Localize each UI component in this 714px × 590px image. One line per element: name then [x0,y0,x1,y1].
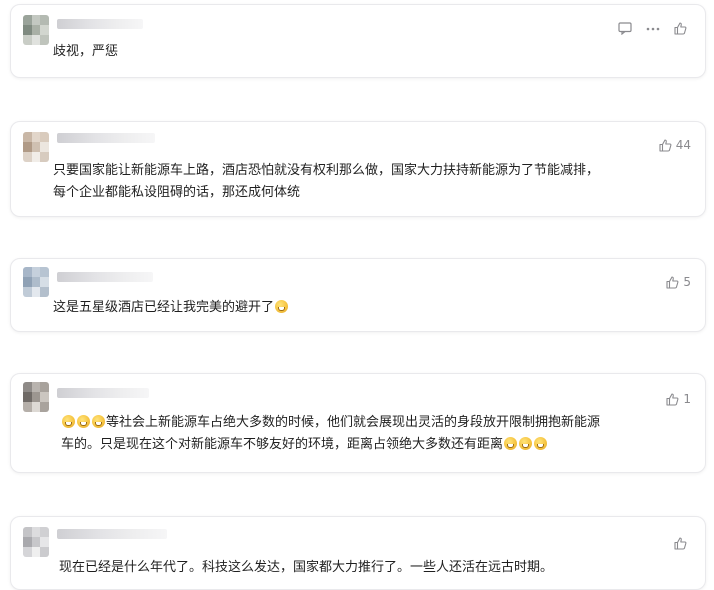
comment-text: 现在已经是什么年代了。科技这么发达，国家都大力推行了。一些人还活在远古时期。 [59,560,554,575]
laughing-emoji [92,415,105,428]
thumbs-up-icon [666,392,679,406]
like-button[interactable] [674,537,691,550]
thumbs-up-icon [659,138,672,152]
avatar[interactable] [23,267,49,297]
username[interactable] [57,272,153,282]
comment-actions: 5 [666,275,691,289]
like-count: 44 [675,138,691,152]
comment-text: 歧视，严惩 [53,44,119,59]
laughing-emoji [62,415,75,428]
username[interactable] [57,19,143,29]
comment-text: 只要国家能让新能源车上路，酒店恐怕就没有权利那么做，国家大力扶持新能源为了节能减… [53,163,600,200]
avatar[interactable] [23,382,49,412]
comment-card: 现在已经是什么年代了。科技这么发达，国家都大力推行了。一些人还活在远古时期。 [10,516,706,590]
comment-actions [674,537,691,550]
avatar[interactable] [23,15,49,45]
comment-actions [618,22,691,35]
comment-actions: 1 [666,392,691,406]
like-button[interactable] [674,22,691,35]
like-count: 5 [683,275,691,289]
username[interactable] [57,529,167,539]
thumbs-up-icon [674,22,687,35]
laughing-emoji [77,415,90,428]
avatar[interactable] [23,132,49,162]
laughing-emoji [534,437,548,450]
avatar[interactable] [23,527,49,557]
comment-card: 44 只要国家能让新能源车上路，酒店恐怕就没有权利那么做，国家大力扶持新能源为了… [10,121,706,217]
username[interactable] [57,133,155,143]
username[interactable] [57,388,149,398]
comment-icon[interactable] [618,22,632,35]
thumbs-up-icon [666,275,679,289]
comment-card: 歧视，严惩 [10,4,706,78]
like-button[interactable]: 44 [659,138,691,152]
laughing-emoji [275,300,289,313]
like-count: 1 [683,392,691,406]
comment-text: 这是五星级酒店已经让我完美的避开了 [53,297,679,319]
comment-card: 5 这是五星级酒店已经让我完美的避开了 [10,258,706,332]
like-button[interactable]: 1 [666,392,691,406]
laughing-emoji [504,437,518,450]
laughing-emoji [519,437,533,450]
more-icon[interactable] [646,27,660,31]
thumbs-up-icon [674,537,687,550]
comment-text: 等社会上新能源车占绝大多数的时候，他们就会展现出灵活的身段放开限制拥抱新能源 车… [61,415,601,452]
like-button[interactable]: 5 [666,275,691,289]
comment-card: 1 等社会上新能源车占绝大多数的时候，他们就会展现出灵活的身段放开限制拥抱新能源… [10,373,706,473]
comment-actions: 44 [659,138,691,152]
